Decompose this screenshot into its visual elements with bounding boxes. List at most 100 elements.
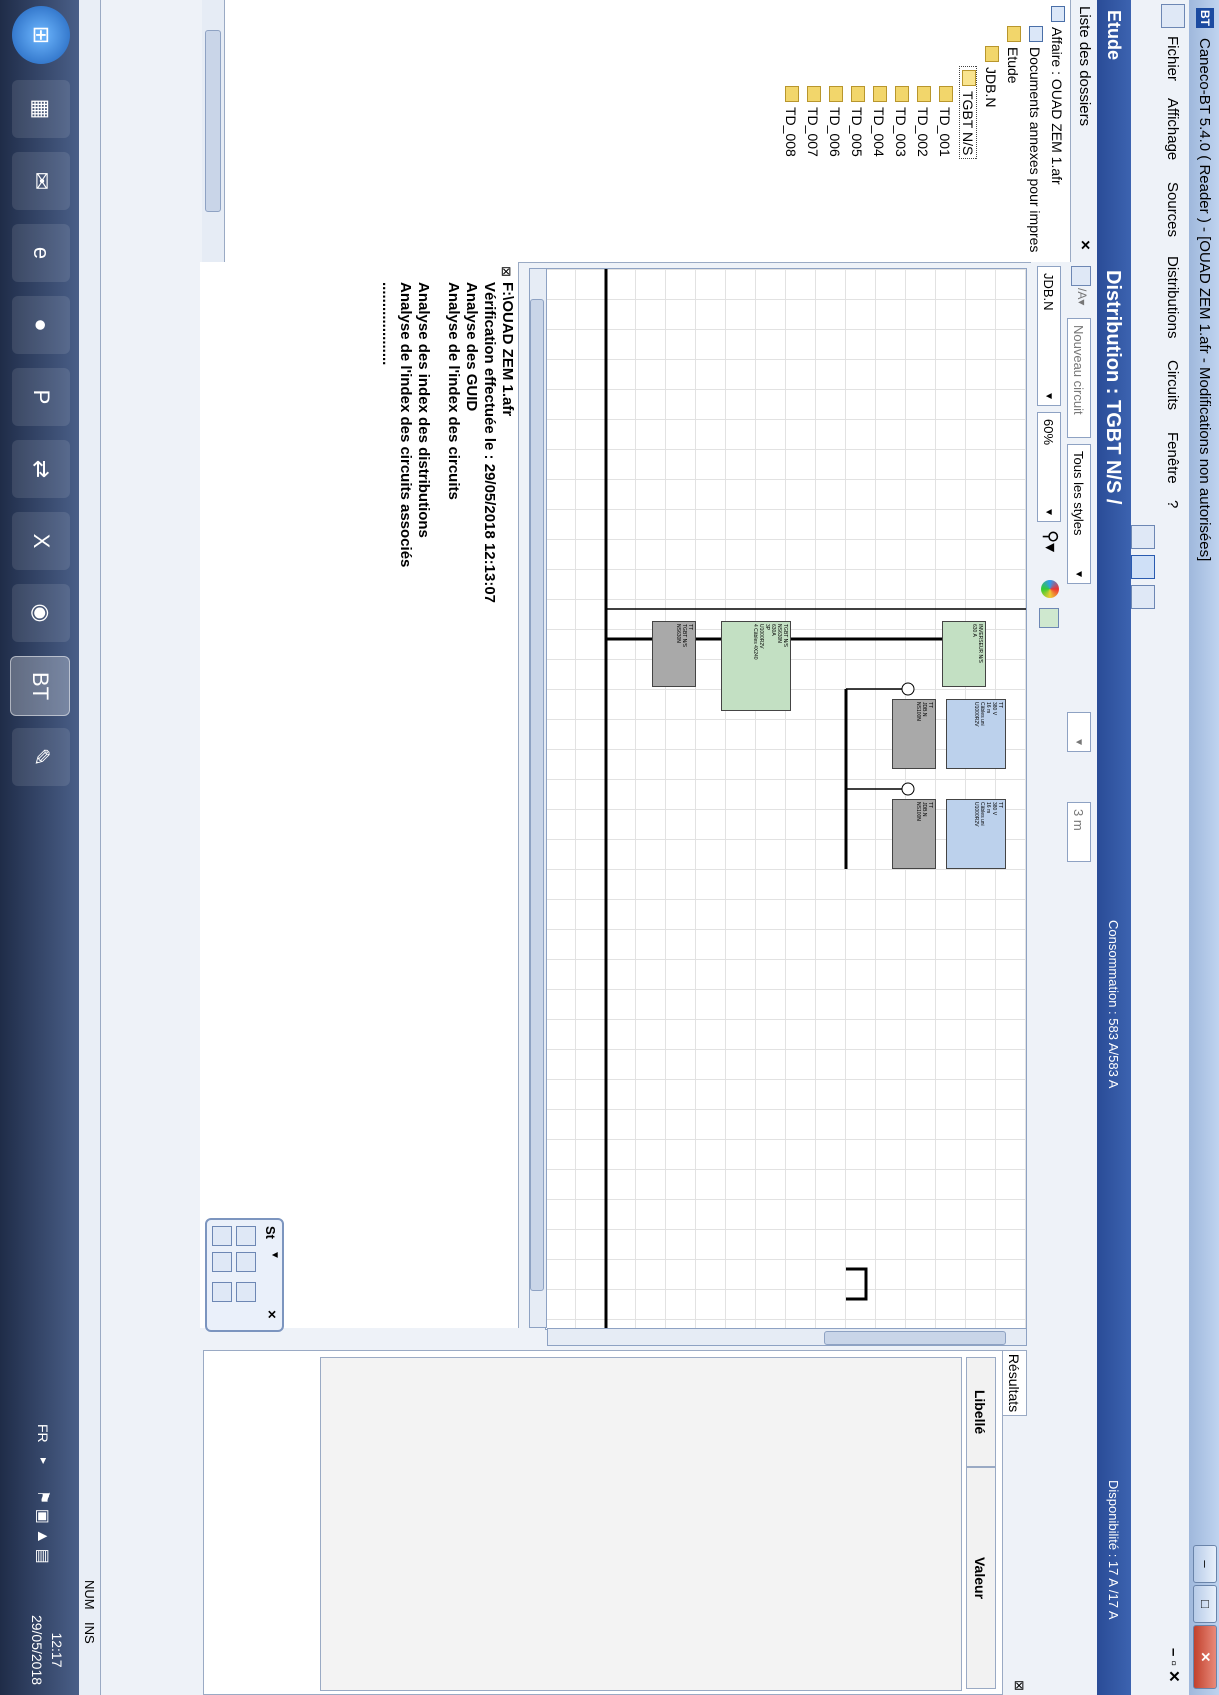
- block-line: 380 V: [991, 702, 997, 716]
- sidebar-scrollbar[interactable]: [202, 0, 225, 262]
- tree-label: TD_005: [849, 107, 865, 157]
- scroll-thumb[interactable]: [530, 299, 544, 1291]
- windows-start-icon[interactable]: ⊞: [12, 6, 70, 64]
- scroll-thumb[interactable]: [205, 30, 221, 212]
- empty-select[interactable]: ▼: [1067, 712, 1091, 752]
- firefox-icon[interactable]: ●: [12, 296, 70, 354]
- tool-icon-1[interactable]: [236, 1226, 256, 1246]
- num-lock-indicator: NUM: [82, 1580, 97, 1610]
- circuit-block-tgbt[interactable]: TGBT N/S NS630N 630A 3P U1000R2V 4 Câbles 4X2…: [721, 621, 791, 711]
- menu-circuits[interactable]: Circuits: [1164, 360, 1181, 410]
- circuit-block-tgbt-tt[interactable]: TT TGBT N/S NS630N: [652, 621, 696, 687]
- tree-item-td-001[interactable]: TD_001: [937, 86, 953, 157]
- menu-sources[interactable]: Sources: [1164, 182, 1181, 237]
- tree-item-tgbt-ns[interactable]: TGBT N/S: [959, 66, 977, 160]
- mdi-controls[interactable]: – ▫ ✕: [1165, 1648, 1183, 1683]
- column-header-libelle[interactable]: Libellé: [966, 1357, 996, 1467]
- folder-list-panel: Liste des dossiers × Affaire : OUAD ZEM …: [225, 0, 1097, 263]
- caneco-bt-icon[interactable]: BT: [10, 656, 70, 716]
- refresh-icon[interactable]: [1039, 608, 1059, 628]
- restore-button[interactable]: □: [1193, 1585, 1217, 1623]
- close-window-button[interactable]: ✕: [1193, 1625, 1217, 1689]
- menu-affichage[interactable]: Affichage: [1164, 98, 1181, 160]
- grid-icon[interactable]: [1131, 525, 1155, 549]
- circuit-block-inverseur[interactable]: INVERSEUR N/S 630 A: [942, 621, 986, 687]
- menu-distributions[interactable]: Distributions: [1164, 256, 1181, 339]
- tree-item-td-007[interactable]: TD_007: [805, 86, 821, 157]
- diagram-canvas[interactable]: INVERSEUR N/S 630 A TGBT N/S NS630N 630A 3P U…: [545, 268, 1027, 1330]
- tool-icon-4[interactable]: [212, 1252, 232, 1272]
- distribution-select[interactable]: JDB.N ▼: [1037, 266, 1061, 406]
- tree-item-td-006[interactable]: TD_006: [827, 86, 843, 157]
- minimize-button[interactable]: –: [1193, 1545, 1217, 1583]
- close-panel-button[interactable]: ×: [1075, 240, 1095, 250]
- palette-dropdown-icon[interactable]: ▼: [269, 1250, 280, 1260]
- tree-label: TD_008: [783, 107, 799, 157]
- new-circuit-button[interactable]: Nouveau circuit: [1067, 318, 1091, 438]
- distribution-header: Etude Distribution : TGBT N/S / Consomma…: [1097, 0, 1131, 1695]
- tree-item-td-004[interactable]: TD_004: [871, 86, 887, 157]
- consumption-text: Consommation : 583 A/583 A: [1106, 920, 1121, 1089]
- length-field[interactable]: 3 m: [1067, 802, 1091, 862]
- zoom-select[interactable]: 60% ▼: [1037, 412, 1061, 522]
- paint-icon[interactable]: ✎: [12, 728, 70, 786]
- styles-select-value: Tous les styles: [1071, 451, 1086, 536]
- internet-explorer-icon[interactable]: e: [12, 224, 70, 282]
- block-line: TT: [997, 802, 1003, 809]
- tree-item-affaire[interactable]: Affaire : OUAD ZEM 1.afr: [1049, 6, 1065, 185]
- circuit-block-jdb-2[interactable]: TT JDB.N NS100N: [892, 799, 936, 869]
- tray-status-icons[interactable]: ⚑ ▣ ▲ ▤: [33, 1490, 53, 1564]
- excel-grid-icon[interactable]: ▦: [12, 80, 70, 138]
- style-icon[interactable]: [1071, 266, 1091, 286]
- tool-icon-2[interactable]: [236, 1252, 256, 1272]
- search-icon[interactable]: ⚲▾: [1040, 530, 1061, 552]
- results-pane: Résultats ⊠ Libellé Valeur: [201, 1350, 1027, 1695]
- circuit-block-cable-1[interactable]: TT 380 V 16 m Câbles uni U1000R2V: [946, 699, 1006, 769]
- diagram-horizontal-scrollbar[interactable]: [529, 268, 547, 1328]
- tree-item-td-005[interactable]: TD_005: [849, 86, 865, 157]
- close-log-icon[interactable]: ⊠: [498, 266, 514, 277]
- tab-resultats[interactable]: Résultats: [1002, 1350, 1027, 1416]
- clock-time[interactable]: 12:17: [49, 1610, 65, 1690]
- block-line: 16 m: [985, 802, 991, 814]
- color-palette-icon[interactable]: [1041, 580, 1059, 598]
- menu-fenetre[interactable]: Fenêtre: [1164, 432, 1181, 484]
- menu-help[interactable]: ?: [1164, 500, 1181, 508]
- scroll-thumb[interactable]: [824, 1331, 1006, 1345]
- tray-arrow-icon[interactable]: ▸: [37, 1458, 51, 1464]
- tree-item-td-003[interactable]: TD_003: [893, 86, 909, 157]
- tree-item-jdb-n[interactable]: JDB.N: [983, 46, 999, 107]
- tool-icon-3[interactable]: [212, 1226, 232, 1246]
- excel-icon[interactable]: X: [12, 512, 70, 570]
- block-line: JDB.N: [921, 802, 927, 817]
- styles-select[interactable]: Tous les styles ▼: [1067, 444, 1091, 584]
- schema-icon[interactable]: [1131, 555, 1155, 579]
- language-indicator[interactable]: FR: [35, 1424, 51, 1443]
- style-dropdown-arrow[interactable]: /A▾: [1075, 288, 1089, 305]
- block-line: 16 m: [985, 702, 991, 714]
- tree-item-etude[interactable]: Etude: [1005, 26, 1021, 84]
- column-header-valeur[interactable]: Valeur: [966, 1467, 996, 1689]
- palette-title[interactable]: St: [263, 1226, 278, 1239]
- tree-label: Affaire : OUAD ZEM 1.afr: [1049, 27, 1065, 185]
- diagram-vertical-scrollbar[interactable]: [547, 1328, 1027, 1346]
- distribution-icon: [807, 86, 821, 102]
- clock-date[interactable]: 29/05/2018: [29, 1610, 45, 1690]
- tree-view-icon[interactable]: [1131, 585, 1155, 609]
- outlook-icon[interactable]: ✉: [12, 152, 70, 210]
- palette-close-button[interactable]: ×: [263, 1310, 280, 1319]
- antivirus-icon[interactable]: ◉: [12, 584, 70, 642]
- powerpoint-icon[interactable]: P: [12, 368, 70, 426]
- network-icon[interactable]: ⇄: [12, 440, 70, 498]
- tree-item-documents[interactable]: Documents annexes pour impres: [1027, 26, 1043, 252]
- circuit-block-cable-2[interactable]: TT 380 V 16 m Câbles uni U1000R2V: [946, 799, 1006, 869]
- close-results-icon[interactable]: ⊠: [1011, 1680, 1027, 1691]
- tree-item-td-008[interactable]: TD_008: [783, 86, 799, 157]
- tool-icon-6[interactable]: [212, 1282, 232, 1302]
- menu-fichier[interactable]: Fichier: [1164, 36, 1181, 81]
- tool-icon-5[interactable]: [236, 1282, 256, 1302]
- tree-item-td-002[interactable]: TD_002: [915, 86, 931, 157]
- results-body: [320, 1357, 962, 1691]
- circuit-block-jdb-1[interactable]: TT JDB.N NS100N: [892, 699, 936, 769]
- document-icon[interactable]: [1161, 4, 1185, 28]
